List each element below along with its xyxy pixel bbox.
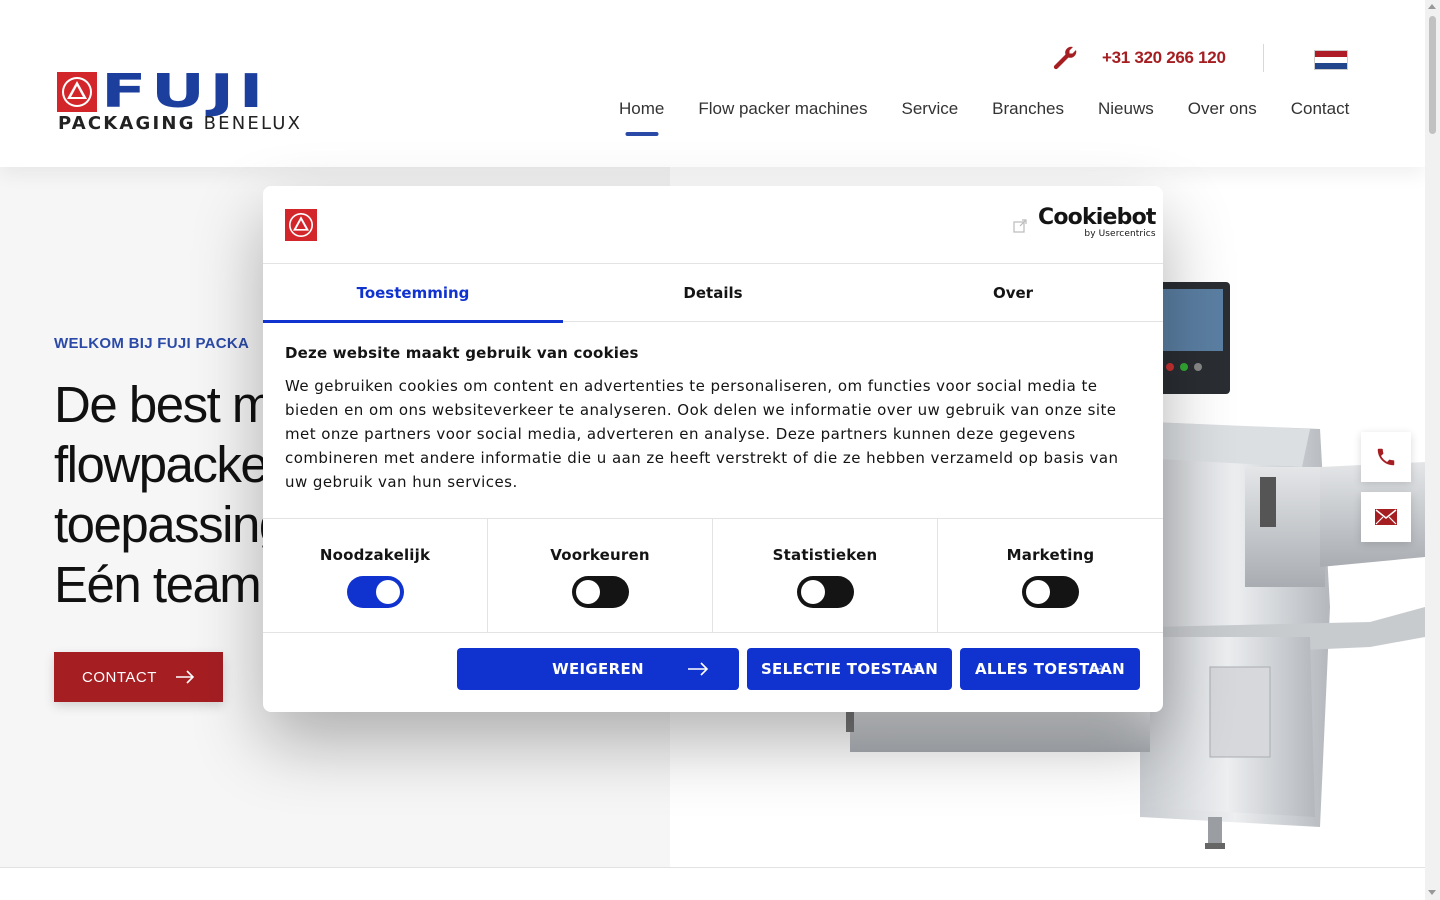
- phone-icon: [1377, 448, 1395, 466]
- arrow-right-icon: [1093, 664, 1105, 674]
- statistieken-toggle[interactable]: [796, 576, 854, 608]
- allow-selection-button[interactable]: SELECTIE TOESTAAN: [747, 648, 952, 690]
- category-statistieken: Statistieken: [713, 519, 938, 633]
- topbar-divider: [1263, 44, 1264, 72]
- section-divider: [0, 867, 1425, 868]
- category-marketing: Marketing: [938, 519, 1163, 633]
- allow-all-button[interactable]: ALLES TOESTAAN: [960, 648, 1140, 690]
- mail-icon: [1375, 509, 1397, 525]
- arrow-right-icon: [688, 662, 709, 676]
- headline-line-4: Eén team,: [54, 556, 274, 613]
- main-nav: Home Flow packer machines Service Branch…: [619, 98, 1349, 120]
- page-scrollbar[interactable]: [1425, 0, 1440, 900]
- logo-wordmark: FUJI: [101, 64, 268, 118]
- header-phone[interactable]: +31 320 266 120: [1052, 44, 1226, 72]
- headline-line-1: De best m: [54, 376, 274, 433]
- scroll-down-arrow[interactable]: [1428, 890, 1436, 895]
- category-label: Marketing: [1006, 546, 1095, 564]
- wrench-icon: [1053, 46, 1077, 70]
- headline-line-3: toepassing: [54, 496, 287, 553]
- logo-subtitle: PACKAGING BENELUX: [58, 113, 303, 134]
- noodzakelijk-toggle[interactable]: [346, 576, 404, 608]
- dialog-body: Deze website maakt gebruik van cookies W…: [285, 344, 1135, 494]
- nav-contact[interactable]: Contact: [1291, 98, 1350, 120]
- arrow-right-icon: [908, 664, 920, 674]
- category-label: Voorkeuren: [550, 546, 650, 564]
- nav-branches[interactable]: Branches: [992, 98, 1064, 120]
- dialog-description: We gebruiken cookies om content en adver…: [285, 377, 1119, 491]
- category-noodzakelijk: Noodzakelijk: [263, 519, 488, 633]
- tab-details[interactable]: Details: [563, 264, 863, 322]
- dialog-header: Cookiebot by Usercentrics: [263, 186, 1163, 264]
- fuji-emblem-icon: [285, 209, 317, 241]
- site-header: FUJI PACKAGING BENELUX +31 320 266 120 H…: [0, 0, 1425, 167]
- dialog-title: Deze website maakt gebruik van cookies: [285, 344, 639, 362]
- nav-over-ons[interactable]: Over ons: [1188, 98, 1257, 120]
- dialog-actions: WEIGEREN SELECTIE TOESTAAN ALLES TOESTAA…: [457, 648, 1140, 690]
- floating-phone-button[interactable]: [1361, 432, 1411, 482]
- scroll-thumb[interactable]: [1429, 16, 1436, 134]
- scroll-up-arrow[interactable]: [1428, 4, 1436, 9]
- cookie-consent-dialog: Cookiebot by Usercentrics Toestemming De…: [263, 186, 1163, 712]
- hero-welcome: WELKOM BIJ FUJI PACKA: [54, 335, 250, 352]
- hero-headline: De best m flowpacke toepassing Eén team,: [54, 375, 287, 615]
- dialog-tabs: Toestemming Details Over: [263, 264, 1163, 323]
- headline-line-2: flowpacke: [54, 436, 269, 493]
- flag-nl-icon[interactable]: [1314, 50, 1348, 70]
- fuji-logo[interactable]: FUJI PACKAGING BENELUX: [57, 64, 317, 136]
- hero-contact-button[interactable]: CONTACT: [54, 652, 223, 702]
- category-voorkeuren: Voorkeuren: [488, 519, 713, 633]
- arrow-right-icon: [175, 670, 195, 684]
- voorkeuren-toggle[interactable]: [571, 576, 629, 608]
- contact-button-label: CONTACT: [82, 668, 157, 686]
- deny-button[interactable]: WEIGEREN: [457, 648, 739, 690]
- nav-home[interactable]: Home: [619, 98, 664, 120]
- tab-over[interactable]: Over: [863, 264, 1163, 322]
- external-link-icon[interactable]: [1013, 219, 1027, 233]
- category-label: Statistieken: [772, 546, 878, 564]
- nav-nieuws[interactable]: Nieuws: [1098, 98, 1154, 120]
- category-label: Noodzakelijk: [319, 546, 431, 564]
- nav-flow-packer-machines[interactable]: Flow packer machines: [698, 98, 867, 120]
- consent-categories: Noodzakelijk Voorkeuren Statistieken Mar…: [263, 518, 1163, 633]
- phone-number[interactable]: +31 320 266 120: [1102, 48, 1226, 68]
- nav-service[interactable]: Service: [901, 98, 958, 120]
- marketing-toggle[interactable]: [1022, 576, 1079, 608]
- fuji-emblem-icon: [57, 72, 97, 112]
- cookiebot-logo[interactable]: Cookiebot by Usercentrics: [1038, 206, 1156, 240]
- floating-mail-button[interactable]: [1361, 492, 1411, 542]
- tab-toestemming[interactable]: Toestemming: [263, 264, 563, 323]
